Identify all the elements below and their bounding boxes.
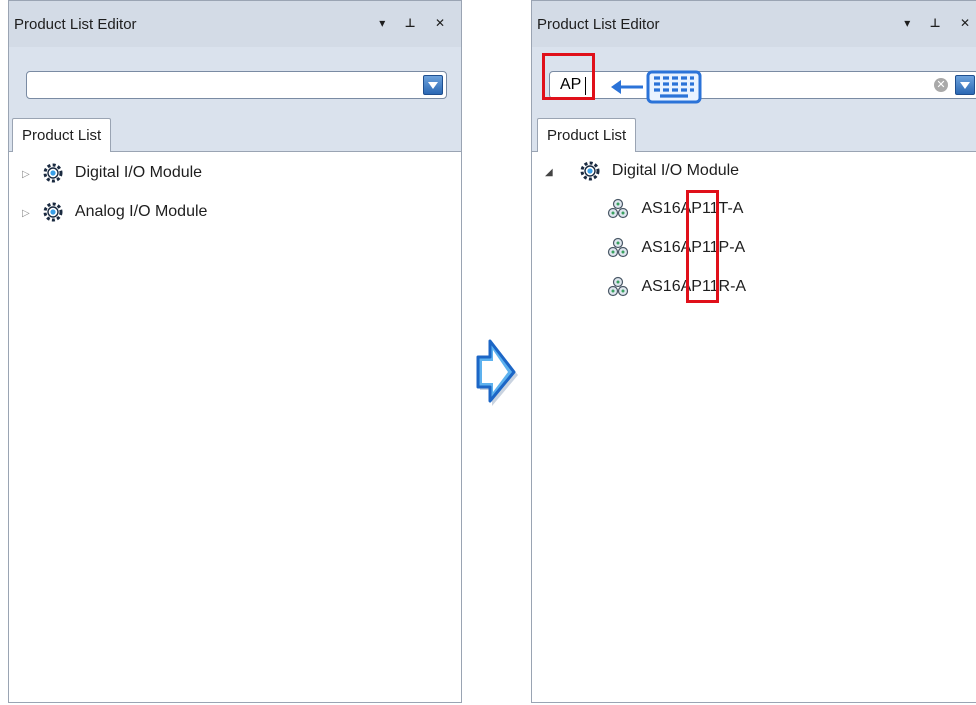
tree-item-digital-io[interactable]: ▷ Digital I/O Module: [22, 160, 202, 186]
clear-icon[interactable]: ✕: [934, 78, 948, 92]
tree-item-digital-io[interactable]: ◢ Digital I/O Module: [545, 158, 739, 184]
tree-item-analog-io[interactable]: ▷ Analog I/O Module: [22, 199, 207, 225]
product-tree: ▷ Digital I/O Module ▷ Analog I/O Module: [9, 152, 461, 702]
dropdown-button[interactable]: [955, 75, 975, 95]
window-controls[interactable]: ▾ ⊥ ✕: [379, 16, 453, 30]
gear-icon: [43, 163, 63, 183]
panel-title: Product List Editor: [14, 16, 137, 33]
window-controls[interactable]: ▾ ⊥ ✕: [904, 16, 976, 30]
product-tree: ◢ Digital I/O Module AS16AP11T-A AS16AP1…: [532, 152, 976, 702]
search-toolbar: [9, 47, 461, 115]
module-product-icon: [607, 276, 629, 296]
gear-icon: [43, 202, 63, 222]
tree-item-label: Digital I/O Module: [611, 162, 740, 179]
search-term-highlight: [542, 53, 595, 100]
tree-item-label: Analog I/O Module: [74, 203, 208, 220]
match-highlight: [686, 190, 719, 303]
tree-item-product[interactable]: AS16AP11P-A: [607, 235, 745, 261]
tab-product-list[interactable]: Product List: [537, 118, 637, 152]
dropdown-button[interactable]: [423, 75, 443, 95]
module-product-icon: [607, 237, 629, 257]
panel-title: Product List Editor: [537, 16, 660, 33]
product-list-editor-right: Product List Editor ▾ ⊥ ✕ AP ✕ Product L…: [531, 0, 976, 703]
tab-product-list[interactable]: Product List: [12, 118, 112, 152]
expand-icon[interactable]: ▷: [22, 162, 38, 188]
arrow-left-icon: [611, 80, 643, 94]
arrow-right-icon: [476, 339, 518, 406]
title-bar: Product List Editor ▾ ⊥ ✕: [532, 1, 976, 48]
expand-icon[interactable]: ▷: [22, 201, 38, 227]
search-toolbar: AP ✕: [532, 47, 976, 115]
tree-item-product[interactable]: AS16AP11R-A: [607, 274, 746, 300]
tree-item-label: Digital I/O Module: [74, 164, 203, 181]
tab-strip: Product List: [532, 115, 976, 152]
module-product-icon: [607, 198, 629, 218]
product-list-editor-left: Product List Editor ▾ ⊥ ✕ Product List ▷…: [8, 0, 462, 703]
title-bar: Product List Editor ▾ ⊥ ✕: [9, 1, 461, 48]
tree-item-product[interactable]: AS16AP11T-A: [607, 196, 743, 222]
gear-icon: [580, 161, 600, 181]
search-combobox[interactable]: [26, 71, 447, 99]
keyboard-icon: [646, 70, 702, 104]
collapse-icon[interactable]: ◢: [545, 160, 561, 186]
tab-strip: Product List: [9, 115, 461, 152]
